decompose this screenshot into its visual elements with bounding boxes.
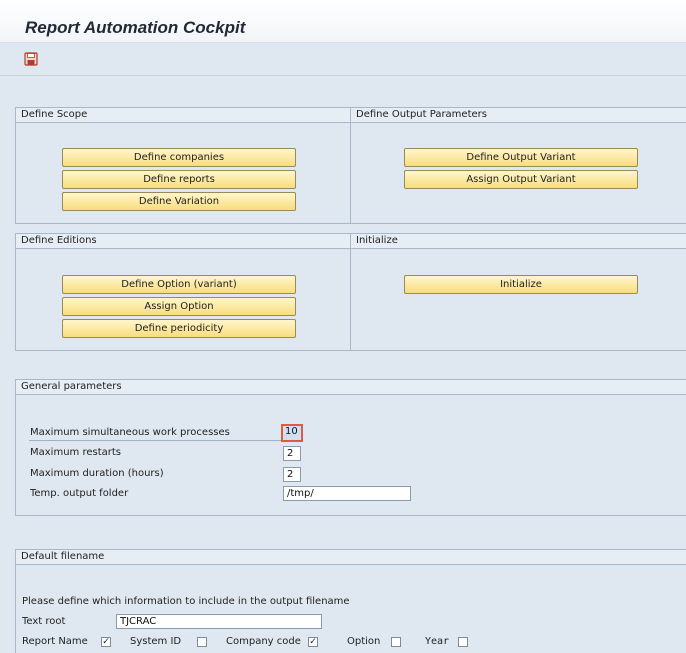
panel-header: Initialize	[351, 234, 686, 249]
panel-header: General parameters	[16, 380, 686, 395]
general-parameters-panel: General parameters Maximum simultaneous …	[15, 379, 686, 516]
company-code-label: Company code	[226, 636, 301, 647]
option-label: Option	[347, 636, 381, 647]
page-title: Report Automation Cockpit	[25, 18, 246, 37]
filename-instruction: Please define which information to inclu…	[22, 596, 350, 607]
default-filename-panel: Default filename Please define which inf…	[15, 549, 686, 653]
text-root-field[interactable]: TJCRAC	[116, 614, 322, 629]
assign-output-variant-button[interactable]: Assign Output Variant	[404, 170, 638, 189]
define-variation-button[interactable]: Define Variation	[62, 192, 296, 211]
system-id-label: System ID	[130, 636, 182, 647]
save-icon[interactable]	[24, 52, 38, 66]
company-code-checkbox[interactable]: ✓	[308, 637, 318, 647]
report-name-checkbox[interactable]: ✓	[101, 637, 111, 647]
panel-header: Default filename	[16, 550, 686, 565]
year-checkbox[interactable]	[458, 637, 468, 647]
initialize-panel: Initialize Initialize	[350, 233, 686, 351]
max-duration-field[interactable]: 2	[283, 467, 301, 482]
max-processes-field[interactable]: 10	[281, 424, 303, 442]
year-label: Year	[425, 636, 450, 647]
initialize-button[interactable]: Initialize	[404, 275, 638, 294]
report-name-label: Report Name	[22, 636, 88, 647]
define-scope-panel: Define Scope Define companies Define rep…	[15, 107, 351, 224]
system-id-checkbox[interactable]	[197, 637, 207, 647]
max-restarts-field[interactable]: 2	[283, 446, 301, 461]
temp-folder-field[interactable]: /tmp/	[283, 486, 411, 501]
max-processes-label: Maximum simultaneous work processes	[30, 427, 230, 438]
assign-option-button[interactable]: Assign Option	[62, 297, 296, 316]
define-reports-button[interactable]: Define reports	[62, 170, 296, 189]
define-editions-panel: Define Editions Define Option (variant) …	[15, 233, 351, 351]
label-underline	[29, 440, 284, 441]
define-output-panel: Define Output Parameters Define Output V…	[350, 107, 686, 224]
max-restarts-label: Maximum restarts	[30, 447, 121, 458]
max-duration-label: Maximum duration (hours)	[30, 468, 164, 479]
panel-header: Define Output Parameters	[351, 108, 686, 123]
text-root-label: Text root	[22, 616, 66, 627]
define-companies-button[interactable]: Define companies	[62, 148, 296, 167]
define-option-button[interactable]: Define Option (variant)	[62, 275, 296, 294]
panel-header: Define Scope	[16, 108, 350, 123]
title-bar: Report Automation Cockpit	[0, 0, 686, 43]
define-periodicity-button[interactable]: Define periodicity	[62, 319, 296, 338]
temp-folder-label: Temp. output folder	[30, 488, 129, 499]
toolbar	[0, 43, 686, 76]
panel-header: Define Editions	[16, 234, 350, 249]
define-output-variant-button[interactable]: Define Output Variant	[404, 148, 638, 167]
option-checkbox[interactable]	[391, 637, 401, 647]
